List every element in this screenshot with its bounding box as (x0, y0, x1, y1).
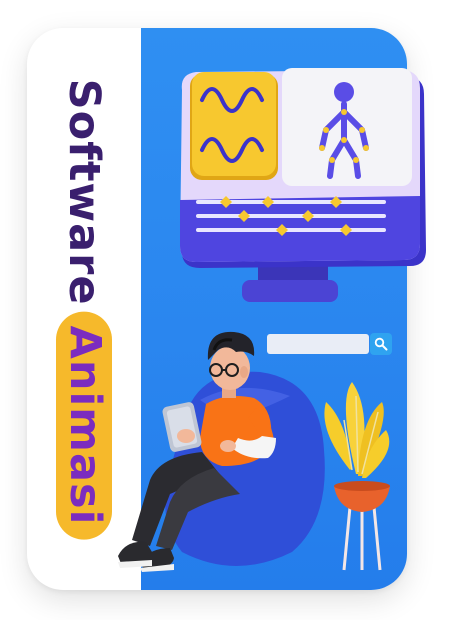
search-input[interactable] (267, 334, 369, 354)
timeline-icon (196, 196, 386, 236)
waveform-icon (190, 72, 278, 180)
animation-illustration (118, 68, 426, 572)
search-icon (374, 337, 388, 351)
search-button[interactable] (370, 333, 392, 355)
potted-plant (324, 382, 390, 571)
skeleton-rig-icon (282, 68, 412, 186)
